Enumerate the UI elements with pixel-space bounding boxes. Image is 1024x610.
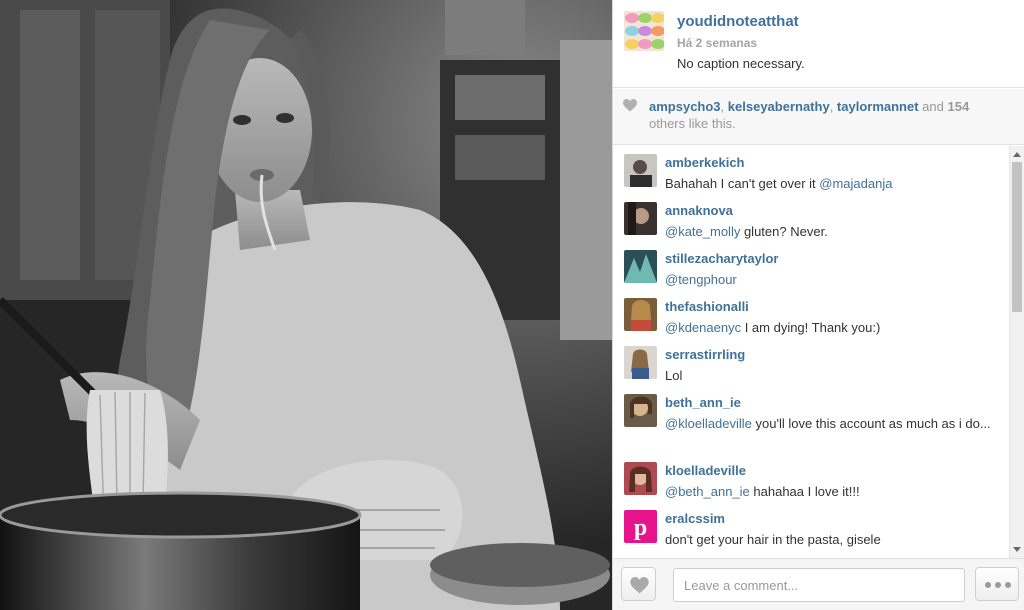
comment-footer: [613, 558, 1024, 610]
comment-username[interactable]: kloelladeville: [665, 463, 746, 478]
likes-suffix: others like this.: [649, 116, 736, 131]
comment-mention[interactable]: @kloelladeville: [665, 416, 752, 431]
comment-text: @beth_ann_ie hahahaa I love it!!!: [665, 482, 995, 502]
pinterest-avatar-icon: p: [624, 510, 657, 543]
heart-icon: [630, 577, 649, 594]
avatar-photo: [624, 346, 657, 379]
comment-username[interactable]: thefashionalli: [665, 299, 749, 314]
comment-body: gluten? Never.: [740, 224, 828, 239]
comment-item: annaknova @kate_molly gluten? Never.: [613, 194, 1010, 242]
comments-scrollbar[interactable]: [1009, 146, 1024, 558]
avatar-photo: [624, 202, 657, 235]
photo-woman-eating-spaghetti: [0, 0, 612, 610]
likes-text: ampsycho3, kelseyabernathy, taylormannet…: [649, 98, 994, 132]
comment-mention[interactable]: @majadanja: [819, 176, 892, 191]
likes-count[interactable]: 154: [947, 99, 969, 114]
scrollbar-thumb[interactable]: [1012, 162, 1022, 312]
author-avatar[interactable]: [624, 11, 664, 51]
comment-body: I am dying! Thank you:): [741, 320, 881, 335]
comment-body: Bahahah I can't get over it: [665, 176, 820, 191]
avatar-photo: [624, 298, 657, 331]
comment-item: thefashionalli @kdenaenyc I am dying! Th…: [613, 290, 1010, 338]
comments-list[interactable]: amberkekich Bahahah I can't get over it …: [613, 146, 1010, 558]
post-timestamp[interactable]: Há 2 semanas: [677, 36, 757, 50]
comment-body: don't get your hair in the pasta, gisele: [665, 532, 881, 547]
avatar-photo: [624, 250, 657, 283]
comment-body: you'll love this account as much as i do…: [751, 416, 991, 431]
comment-text: don't get your hair in the pasta, gisele: [665, 530, 995, 550]
comment-text: @kdenaenyc I am dying! Thank you:): [665, 318, 995, 338]
comment-username[interactable]: stillezacharytaylor: [665, 251, 778, 266]
post-details-panel: youdidnoteatthat Há 2 semanas No caption…: [612, 0, 1024, 610]
commenter-avatar[interactable]: [624, 394, 657, 427]
like-button[interactable]: [621, 567, 656, 601]
liker-link[interactable]: ampsycho3: [649, 99, 721, 114]
comment-username[interactable]: amberkekich: [665, 155, 745, 170]
avatar-photo: [624, 462, 657, 495]
comment-mention[interactable]: @kate_molly: [665, 224, 740, 239]
comment-body: hahahaa I love it!!!: [749, 484, 860, 499]
comment-item: serrastirrling Lol: [613, 338, 1010, 386]
likes-separator: ,: [720, 99, 728, 114]
liker-link[interactable]: taylormannet: [837, 99, 919, 114]
comment-username[interactable]: beth_ann_ie: [665, 395, 741, 410]
comment-text: @kloelladeville you'll love this account…: [665, 414, 995, 434]
commenter-avatar[interactable]: [624, 298, 657, 331]
comment-username[interactable]: eralcssim: [665, 511, 725, 526]
likes-summary: ampsycho3, kelseyabernathy, taylormannet…: [613, 89, 1024, 145]
comment-mention[interactable]: @beth_ann_ie: [665, 484, 750, 499]
commenter-avatar[interactable]: [624, 346, 657, 379]
more-dots-icon: [985, 582, 991, 588]
more-dots-icon: [995, 582, 1001, 588]
comment-mention[interactable]: @tengphour: [665, 272, 737, 287]
macarons-avatar-icon: [624, 11, 664, 51]
more-options-button[interactable]: [975, 567, 1019, 601]
scroll-down-arrow-icon[interactable]: [1013, 547, 1021, 552]
author-username[interactable]: youdidnoteatthat: [677, 13, 799, 30]
commenter-avatar[interactable]: p: [624, 510, 657, 543]
comment-item: p eralcssim don't get your hair in the p…: [613, 502, 1010, 558]
comment-text: @kate_molly gluten? Never.: [665, 222, 995, 242]
avatar-photo: [624, 154, 657, 187]
comment-item: beth_ann_ie @kloelladeville you'll love …: [613, 386, 1010, 454]
commenter-avatar[interactable]: [624, 202, 657, 235]
comment-text: Bahahah I can't get over it @majadanja: [665, 174, 995, 194]
comment-text: Lol: [665, 366, 995, 386]
comment-username[interactable]: serrastirrling: [665, 347, 745, 362]
likes-separator: ,: [829, 99, 837, 114]
post-photo[interactable]: [0, 0, 612, 610]
liker-link[interactable]: kelseyabernathy: [728, 99, 830, 114]
comment-body: Lol: [665, 368, 683, 383]
avatar-photo: [624, 394, 657, 427]
commenter-avatar[interactable]: [624, 462, 657, 495]
post-header: youdidnoteatthat Há 2 semanas No caption…: [613, 0, 1024, 88]
comment-mention[interactable]: @kdenaenyc: [665, 320, 741, 335]
post-caption: No caption necessary.: [677, 56, 805, 71]
commenter-avatar[interactable]: [624, 250, 657, 283]
commenter-avatar[interactable]: [624, 154, 657, 187]
scroll-up-arrow-icon[interactable]: [1013, 152, 1021, 157]
svg-text:p: p: [634, 515, 647, 541]
likes-and: and: [918, 99, 948, 114]
more-dots-icon: [1005, 582, 1011, 588]
comment-item: stillezacharytaylor @tengphour: [613, 242, 1010, 290]
comment-text: @tengphour: [665, 270, 995, 290]
comment-username[interactable]: annaknova: [665, 203, 733, 218]
comment-input[interactable]: [673, 568, 965, 602]
comment-item: kloelladeville @beth_ann_ie hahahaa I lo…: [613, 454, 1010, 502]
heart-icon: [623, 99, 637, 112]
comment-item: amberkekich Bahahah I can't get over it …: [613, 146, 1010, 194]
